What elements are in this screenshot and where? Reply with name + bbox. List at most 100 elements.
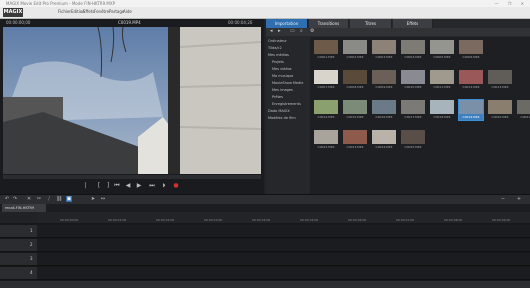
track-lane[interactable] xyxy=(37,253,530,266)
clip-thumbnail[interactable]: C0009.MP4 xyxy=(372,70,396,90)
timeline-toolbar xyxy=(0,194,530,204)
tree-item[interactable]: Tilda/c2 xyxy=(268,46,282,50)
track-header[interactable]: 4 xyxy=(0,267,37,280)
clip-thumbnail[interactable]: C0019.MP4 xyxy=(458,99,484,121)
clip-thumbnail-image xyxy=(372,70,396,84)
clip-thumbnail[interactable]: C0022.MP4 xyxy=(314,130,338,150)
menu-help[interactable]: Aide xyxy=(123,9,132,14)
back-arrow-icon[interactable]: ◂ xyxy=(270,28,273,34)
clip-thumbnail-image xyxy=(401,40,425,54)
tab-import[interactable]: Importation xyxy=(266,19,308,28)
clip-thumbnail[interactable]: C0014.MP4 xyxy=(314,100,338,120)
track-lane[interactable] xyxy=(37,225,530,238)
tree-item[interactable]: Projets xyxy=(272,60,284,64)
clip-thumbnail[interactable]: C0012.MP4 xyxy=(459,70,483,90)
track-lane[interactable] xyxy=(37,239,530,252)
clip-name: C0001.MP4 xyxy=(317,55,335,59)
play-button[interactable]: ▶ xyxy=(135,182,143,190)
timeline-tabs xyxy=(0,204,530,212)
tree-item[interactable]: Dada MAGIX xyxy=(268,109,290,113)
forward-arrow-icon[interactable]: ▸ xyxy=(278,28,281,34)
clip-thumbnail[interactable]: C0021.MP4 xyxy=(517,100,530,120)
clip-name: C0006.MP4 xyxy=(462,55,480,59)
track-header[interactable]: 1 xyxy=(0,225,37,238)
clip-thumbnail[interactable]: C0025.MP4 xyxy=(401,130,425,150)
go-start-button[interactable]: ⏮ xyxy=(113,182,121,190)
clip-thumbnail[interactable]: C0003.MP4 xyxy=(372,40,396,60)
clip-thumbnail[interactable]: C0010.MP4 xyxy=(401,70,425,90)
settings-icon[interactable]: ⚙ xyxy=(310,28,314,34)
clip-thumbnail[interactable]: C0020.MP4 xyxy=(488,100,512,120)
clip-thumbnail-image xyxy=(430,70,454,84)
ruler-tick-label: 00:00:09;00 xyxy=(492,218,511,222)
track-header[interactable]: 2 xyxy=(0,239,37,252)
tree-item[interactable]: Prêtes xyxy=(272,95,283,99)
clip-thumbnail[interactable]: C0016.MP4 xyxy=(372,100,396,120)
preview-scrubber[interactable] xyxy=(3,175,261,179)
tree-item[interactable]: Mes images xyxy=(272,88,293,92)
link-icon[interactable]: ⛓ xyxy=(56,196,62,202)
tab-effects[interactable]: Effets xyxy=(393,19,433,28)
window-title: MAGIX Movie Edit Pro Premium - Mode FIN-… xyxy=(6,1,115,6)
menu-effects[interactable]: Effets xyxy=(83,9,94,14)
tree-item[interactable]: MovieShow Medie xyxy=(272,81,303,85)
prev-frame-button[interactable]: ◀ xyxy=(124,182,132,190)
clip-thumbnail-image xyxy=(343,130,367,144)
clip-thumbnail[interactable]: C0002.MP4 xyxy=(343,40,367,60)
delete-icon[interactable]: ✕ xyxy=(26,196,32,202)
split-icon[interactable]: ⧸ xyxy=(46,196,52,202)
pointer-icon[interactable]: ➤ xyxy=(90,196,96,202)
tree-item[interactable]: Enregistrements xyxy=(272,102,301,106)
clip-thumbnail[interactable]: C0005.MP4 xyxy=(430,40,454,60)
timeline-project-tab[interactable]: recall-FIN-HKTR9 xyxy=(2,204,46,212)
clip-thumbnail[interactable]: C0004.MP4 xyxy=(401,40,425,60)
clip-thumbnail[interactable]: C0015.MP4 xyxy=(343,100,367,120)
tab-transitions[interactable]: Transitions xyxy=(309,19,349,28)
set-in-button[interactable]: [ xyxy=(95,182,103,190)
menu-window[interactable]: Fenêtre xyxy=(94,9,109,14)
track-lane[interactable] xyxy=(37,267,530,280)
go-end-button[interactable]: ⏭ xyxy=(148,182,156,190)
clip-thumbnail-image xyxy=(314,130,338,144)
menu-file[interactable]: Fichier xyxy=(58,9,71,14)
search-icon[interactable]: ⌕ xyxy=(300,28,303,34)
clip-thumbnail[interactable]: C0017.MP4 xyxy=(401,100,425,120)
undo-icon[interactable]: ↶ xyxy=(4,196,10,202)
clip-thumbnail[interactable]: C0011.MP4 xyxy=(430,70,454,90)
record-button[interactable]: ● xyxy=(172,182,180,190)
tree-item[interactable]: Mes médias xyxy=(268,53,289,57)
status-bar xyxy=(0,281,530,288)
video-frame[interactable] xyxy=(3,27,261,174)
redo-icon[interactable]: ↷ xyxy=(12,196,18,202)
mark-in-button[interactable]: ⎸ xyxy=(84,182,92,190)
tree-item[interactable]: Ma musique xyxy=(272,74,293,78)
tab-titles[interactable]: Titres xyxy=(350,19,392,28)
range-icon[interactable]: ↔ xyxy=(100,196,106,202)
clip-name: C0003.MP4 xyxy=(375,55,393,59)
clip-thumbnail[interactable]: C0013.MP4 xyxy=(488,70,512,90)
track-header[interactable]: 3 xyxy=(0,253,37,266)
next-frame-button[interactable]: ⏵ xyxy=(160,182,168,190)
snap-icon[interactable]: ▣ xyxy=(66,196,72,202)
folder-icon[interactable]: ▭ xyxy=(290,28,295,34)
set-out-button[interactable]: ] xyxy=(104,182,112,190)
clip-name: C0005.MP4 xyxy=(433,55,451,59)
tree-item[interactable]: Mes vidéos xyxy=(272,67,292,71)
clip-thumbnail[interactable]: C0008.MP4 xyxy=(343,70,367,90)
clip-thumbnail[interactable]: C0006.MP4 xyxy=(459,40,483,60)
tree-item[interactable]: Modèles de film xyxy=(268,116,296,120)
zoom-in-icon[interactable]: + xyxy=(516,196,522,202)
ruler-tick-label: 00:00:08;00 xyxy=(444,218,463,222)
cut-icon[interactable]: ✂ xyxy=(36,196,42,202)
ruler-tick-label: 00:00:03;00 xyxy=(204,218,223,222)
clip-thumbnail-image xyxy=(372,100,396,114)
clip-thumbnail[interactable]: C0001.MP4 xyxy=(314,40,338,60)
clip-thumbnail[interactable]: C0007.MP4 xyxy=(314,70,338,90)
clip-name: C0022.MP4 xyxy=(317,145,335,149)
tree-item[interactable]: Ordinateur xyxy=(268,39,287,43)
window-controls[interactable]: — ❐ ✕ xyxy=(495,0,528,7)
zoom-out-icon[interactable]: − xyxy=(500,196,506,202)
clip-thumbnail[interactable]: C0018.MP4 xyxy=(430,100,454,120)
clip-thumbnail[interactable]: C0024.MP4 xyxy=(372,130,396,150)
clip-thumbnail[interactable]: C0023.MP4 xyxy=(343,130,367,150)
